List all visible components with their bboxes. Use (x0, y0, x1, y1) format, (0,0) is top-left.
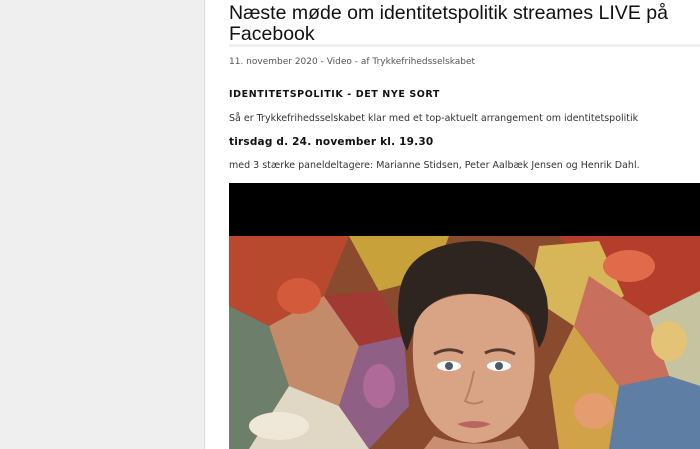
video-still-image (229, 236, 700, 449)
video-player[interactable] (229, 183, 700, 449)
left-sidebar-gutter (0, 0, 205, 449)
section-heading: IDENTITETSPOLITIK - DET NYE SORT (229, 89, 441, 100)
event-date: tirsdag d. 24. november kl. 19.30 (229, 136, 434, 148)
intro-paragraph: Så er Trykkefrihedsselskabet klar med et… (229, 113, 639, 124)
panelists-paragraph: med 3 stærke paneldeltagere: Marianne St… (229, 160, 640, 171)
article-meta: 11. november 2020 - Video - af Trykkefri… (229, 57, 476, 67)
title-divider (229, 44, 700, 47)
page: Næste møde om identitetspolitik streames… (0, 0, 700, 449)
article-title: Næste møde om identitetspolitik streames… (229, 2, 668, 45)
video-frame[interactable] (229, 236, 700, 449)
article: Næste møde om identitetspolitik streames… (205, 0, 700, 449)
